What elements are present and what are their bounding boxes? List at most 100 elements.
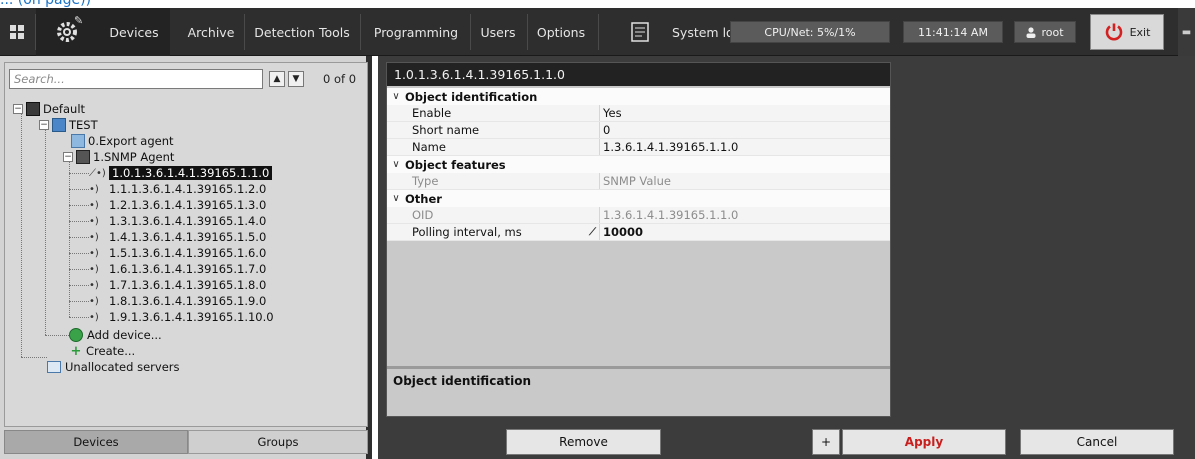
category-object-features[interactable]: ∨ Object features <box>387 156 890 173</box>
property-row-polling-interval[interactable]: Polling interval, ms ⟋ 10000 <box>387 224 890 241</box>
tree-node-label: 1.3.1.3.6.1.4.1.39165.1.4.0 <box>109 214 267 228</box>
tree-connector <box>69 237 89 238</box>
tree-node-snmp-value[interactable]: •) 1.5.1.3.6.1.4.1.39165.1.6.0 <box>89 245 266 261</box>
system-log-icon[interactable] <box>620 8 660 56</box>
property-row-enable[interactable]: Enable Yes <box>387 105 890 122</box>
snmp-value-icon: •) <box>89 215 99 227</box>
snmp-value-icon: •) <box>89 183 99 195</box>
collapse-toggle[interactable]: − <box>63 152 73 162</box>
top-toolbar: ✎ Devices Archive Detection Tools Progra… <box>0 8 1195 56</box>
property-name: OID <box>387 207 600 223</box>
collapse-toggle[interactable]: − <box>39 120 49 130</box>
tree-connector <box>69 285 89 286</box>
power-icon <box>1105 23 1122 41</box>
user-icon <box>1026 26 1036 38</box>
tree-node-snmp-value[interactable]: •) 1.1.1.3.6.1.4.1.39165.1.2.0 <box>89 181 266 197</box>
exit-button[interactable]: Exit <box>1090 14 1164 50</box>
tree-node-unallocated-servers[interactable]: Unallocated servers <box>47 359 179 375</box>
export-agent-icon <box>71 134 85 148</box>
property-value[interactable]: Yes <box>600 105 890 121</box>
add-button[interactable]: + <box>812 429 840 455</box>
tree-node-label: Add device... <box>87 328 162 342</box>
property-value-field[interactable]: ⟋ 10000 <box>589 224 890 240</box>
tab-options[interactable]: Options <box>530 8 592 56</box>
tab-devices[interactable]: Devices <box>98 8 170 56</box>
tree-node-label: TEST <box>69 118 98 132</box>
tree-node-label: 1.7.1.3.6.1.4.1.39165.1.8.0 <box>109 278 267 292</box>
tree-connector <box>69 269 89 270</box>
tree-node-add-device[interactable]: Add device... <box>69 327 162 343</box>
tree-node-snmp-value[interactable]: •) 1.4.1.3.6.1.4.1.39165.1.5.0 <box>89 229 266 245</box>
tree-node-export-agent[interactable]: 0.Export agent <box>71 133 174 149</box>
tree-connector <box>69 189 89 190</box>
tab-tree-devices[interactable]: Devices <box>4 430 188 454</box>
property-name: Polling interval, ms <box>387 224 600 240</box>
modified-pencil-icon: ⟋ <box>589 226 596 238</box>
property-row-name[interactable]: Name 1.3.6.1.4.1.39165.1.1.0 <box>387 139 890 156</box>
tree-node-label: 1.6.1.3.6.1.4.1.39165.1.7.0 <box>109 262 267 276</box>
search-prev-button[interactable]: ▲ <box>269 71 285 87</box>
chevron-down-icon: ▼ <box>292 74 300 84</box>
tab-detection-tools[interactable]: Detection Tools <box>248 8 356 56</box>
apply-button[interactable]: Apply <box>842 429 1006 455</box>
property-row-type: Type SNMP Value <box>387 173 890 190</box>
property-row-short-name[interactable]: Short name 0 <box>387 122 890 139</box>
tree-node-label: 1.2.1.3.6.1.4.1.39165.1.3.0 <box>109 198 267 212</box>
user-badge[interactable]: root <box>1014 21 1076 43</box>
snmp-value-icon: •) <box>89 231 99 243</box>
description-title: Object identification <box>393 374 532 388</box>
cropped-link-text[interactable]: ... (on page)) <box>0 0 91 8</box>
tab-users[interactable]: Users <box>472 8 524 56</box>
tree-view-tabs: Devices Groups <box>4 430 368 454</box>
tree-connector <box>69 205 89 206</box>
property-name: Short name <box>387 122 600 138</box>
tree-node-label: 1.1.1.3.6.1.4.1.39165.1.2.0 <box>109 182 267 196</box>
tree-node-snmp-value[interactable]: •) 1.9.1.3.6.1.4.1.39165.1.10.0 <box>89 309 274 325</box>
category-other[interactable]: ∨ Other <box>387 190 890 207</box>
tree-connector <box>69 173 89 174</box>
tab-archive[interactable]: Archive <box>180 8 242 56</box>
snmp-agent-icon <box>76 150 90 164</box>
chevron-down-icon[interactable]: ∨ <box>387 193 405 204</box>
tree-node-label: 1.0.1.3.6.1.4.1.39165.1.1.0 <box>109 166 273 180</box>
snmp-value-icon: •) <box>89 279 99 291</box>
remove-button[interactable]: Remove <box>506 429 661 455</box>
tree-node-default[interactable]: − Default <box>13 101 85 117</box>
tree-connector <box>69 317 89 318</box>
chevron-down-icon[interactable]: ∨ <box>387 91 405 102</box>
minimize-panel-icon[interactable]: ▬ <box>1178 8 1195 56</box>
category-object-identification[interactable]: ∨ Object identification <box>387 88 890 105</box>
tree-node-test[interactable]: − TEST <box>39 117 98 133</box>
cancel-button[interactable]: Cancel <box>1020 429 1174 455</box>
system-log-label[interactable]: System log <box>672 8 742 56</box>
tree-node-snmp-agent[interactable]: − 1.SNMP Agent <box>63 149 174 165</box>
chevron-down-icon[interactable]: ∨ <box>387 159 405 170</box>
description-splitter[interactable] <box>387 366 890 369</box>
toolbar-divider <box>360 14 361 50</box>
tree-connector <box>69 301 89 302</box>
tree-node-snmp-value[interactable]: •) 1.2.1.3.6.1.4.1.39165.1.3.0 <box>89 197 266 213</box>
property-value[interactable]: 0 <box>600 122 890 138</box>
property-name: Enable <box>387 105 600 121</box>
search-next-button[interactable]: ▼ <box>288 71 304 87</box>
search-input[interactable] <box>9 69 263 89</box>
tree-node-snmp-value[interactable]: •) 1.7.1.3.6.1.4.1.39165.1.8.0 <box>89 277 266 293</box>
collapse-toggle[interactable]: − <box>13 104 23 114</box>
unallocated-server-icon <box>47 361 61 373</box>
tree-node-snmp-value[interactable]: •) 1.3.1.3.6.1.4.1.39165.1.4.0 <box>89 213 266 229</box>
cpu-net-indicator: CPU/Net: 5%/1% <box>730 21 890 43</box>
settings-gear-icon[interactable]: ✎ <box>36 8 98 56</box>
main-menu-grid-icon[interactable] <box>0 8 34 56</box>
category-label: Object identification <box>405 89 538 104</box>
tree-node-snmp-value[interactable]: •) 1.6.1.3.6.1.4.1.39165.1.7.0 <box>89 261 266 277</box>
chevron-up-icon: ▲ <box>273 74 281 84</box>
tree-node-snmp-value-selected[interactable]: ⟋•) 1.0.1.3.6.1.4.1.39165.1.1.0 <box>89 165 273 181</box>
tree-connector <box>45 335 69 336</box>
snmp-value-icon: ⟋•) <box>89 167 106 179</box>
snmp-value-icon: •) <box>89 311 99 323</box>
tree-node-snmp-value[interactable]: •) 1.8.1.3.6.1.4.1.39165.1.9.0 <box>89 293 266 309</box>
tab-programming[interactable]: Programming <box>364 8 468 56</box>
tree-node-create[interactable]: + Create... <box>69 343 136 359</box>
tab-tree-groups[interactable]: Groups <box>188 430 368 454</box>
property-value[interactable]: 1.3.6.1.4.1.39165.1.1.0 <box>600 139 890 155</box>
